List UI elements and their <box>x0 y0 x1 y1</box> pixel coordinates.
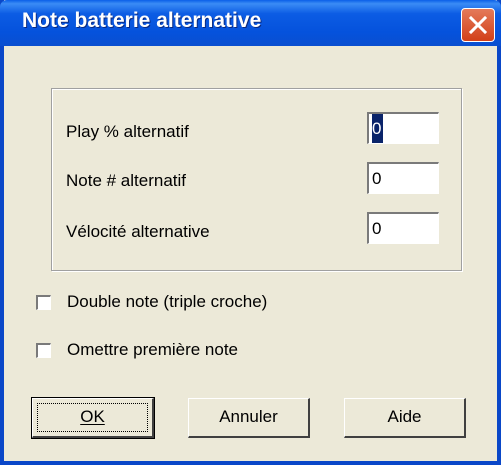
close-icon <box>468 15 488 35</box>
note-number-label: Note # alternatif <box>66 171 187 190</box>
omit-first-note-checkbox[interactable] <box>36 342 51 358</box>
cancel-button[interactable]: Annuler <box>188 398 310 438</box>
ok-button[interactable]: OK <box>31 397 155 439</box>
window-title: Note batterie alternative <box>22 9 262 32</box>
focus-rectangle <box>37 403 148 432</box>
cancel-button-label: Annuler <box>219 407 278 426</box>
omit-first-note-checkbox-row[interactable]: Omettre première note <box>36 340 238 360</box>
velocity-input[interactable] <box>367 212 439 244</box>
omit-first-note-label: Omettre première note <box>67 340 239 359</box>
close-button[interactable] <box>461 8 495 42</box>
help-button[interactable]: Aide <box>344 398 466 438</box>
velocity-label: Vélocité alternative <box>66 222 210 241</box>
play-percent-label: Play % alternatif <box>66 122 189 141</box>
double-note-label: Double note (triple croche) <box>67 292 268 311</box>
double-note-checkbox-row[interactable]: Double note (triple croche) <box>36 292 267 312</box>
play-percent-input[interactable] <box>367 112 439 144</box>
note-number-input[interactable] <box>367 162 439 194</box>
double-note-checkbox[interactable] <box>36 294 51 310</box>
dialog-window: Note batterie alternative Play % alterna… <box>0 0 501 465</box>
help-button-label: Aide <box>387 407 422 426</box>
title-bar[interactable]: Note batterie alternative <box>0 0 501 46</box>
